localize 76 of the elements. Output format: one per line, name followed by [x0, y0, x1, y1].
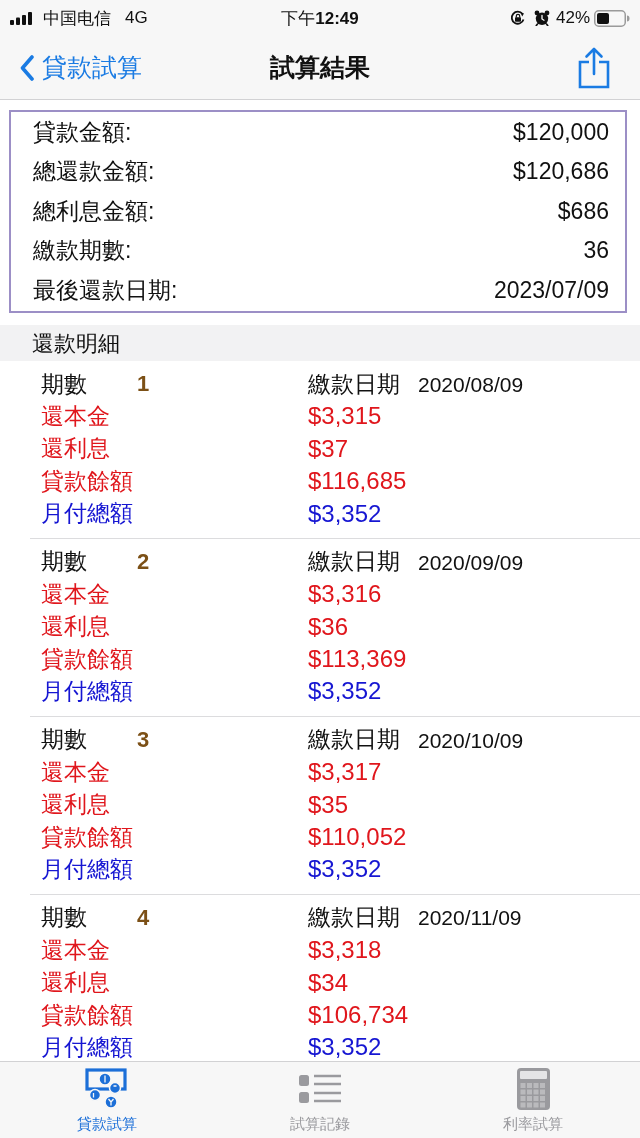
date-label: 繳款日期: [308, 905, 400, 931]
line-value: $3,317: [308, 759, 382, 786]
line-label: 貸款餘額: [41, 468, 133, 494]
line-label: 還本金: [41, 403, 110, 430]
network-type: 4G: [125, 8, 148, 28]
line-value: $110,052: [308, 824, 407, 851]
signal-icon: [10, 11, 33, 25]
line-value: $3,352: [308, 856, 382, 883]
line-value: $3,352: [308, 1034, 382, 1061]
summary-value: $120,000: [513, 118, 609, 145]
line-label: 還利息: [41, 970, 110, 996]
date-label: 繳款日期: [308, 549, 400, 575]
line-label: 月付總額: [41, 679, 133, 705]
period-number: 3: [137, 727, 150, 753]
summary-label: 最後還款日期:: [33, 276, 178, 304]
status-time: 下午12:49: [281, 7, 359, 30]
date-label: 繳款日期: [308, 371, 400, 397]
line-label: 貸款餘額: [41, 824, 133, 850]
line-label: 還利息: [41, 614, 110, 640]
share-button[interactable]: [578, 46, 610, 89]
line-value: $3,352: [308, 500, 382, 527]
period-number: 2: [137, 550, 150, 575]
line-label: 月付總額: [41, 857, 133, 883]
line-value: $37: [308, 435, 349, 463]
chevron-left-icon: [20, 54, 34, 81]
battery-icon: [594, 9, 630, 27]
period-number: 1: [137, 372, 150, 397]
share-icon: [578, 46, 610, 89]
summary-label: 貸款金額:: [33, 118, 132, 145]
summary-label: 總還款金額:: [33, 158, 155, 185]
tab[interactable]: 貸款試算: [0, 1062, 214, 1138]
line-value: $113,369: [308, 646, 407, 673]
battery-percent: 42%: [555, 8, 590, 28]
line-label: 還本金: [41, 759, 110, 786]
summary-value: $120,686: [513, 158, 609, 185]
line-label: 還本金: [41, 937, 110, 964]
alarm-clock-icon: [533, 10, 550, 26]
period-label: 期數: [41, 727, 87, 753]
line-value: $3,318: [308, 937, 382, 964]
payment-date: 2020/11/09: [418, 906, 522, 930]
tab[interactable]: 利率試算: [426, 1062, 640, 1138]
line-value: $3,315: [308, 403, 382, 430]
carrier-name: 中国电信: [43, 7, 111, 30]
payment-date: 2020/08/09: [418, 372, 524, 396]
period-label: 期數: [41, 549, 87, 575]
line-label: 月付總額: [41, 501, 133, 527]
banknote-coins-icon: [84, 1068, 129, 1110]
line-label: 還利息: [41, 436, 110, 462]
line-label: 貸款餘額: [41, 646, 133, 672]
line-label: 貸款餘額: [41, 1002, 133, 1028]
section-header: 還款明細: [0, 324, 640, 361]
line-value: $116,685: [308, 468, 407, 495]
payment-date: 2020/10/09: [418, 728, 524, 752]
summary-label: 繳款期數:: [33, 237, 132, 264]
line-label: 月付總額: [41, 1034, 133, 1061]
line-value: $34: [308, 969, 349, 996]
back-button[interactable]: 貸款試算: [0, 47, 146, 88]
period-number: 4: [137, 905, 150, 931]
tab[interactable]: 試算記錄: [213, 1062, 427, 1138]
summary-value: 2023/07/09: [493, 276, 609, 304]
period-label: 期數: [41, 371, 87, 397]
line-value: $35: [308, 791, 349, 819]
screen-title: 試算結果: [270, 52, 370, 83]
line-value: $106,734: [308, 1002, 409, 1029]
line-label: 還利息: [41, 792, 110, 818]
line-value: $3,316: [308, 581, 382, 608]
line-label: 還本金: [41, 581, 110, 608]
line-value: $36: [308, 613, 349, 641]
line-value: $3,352: [308, 678, 382, 705]
payment-date: 2020/09/09: [418, 550, 524, 574]
period-label: 期數: [41, 905, 87, 931]
summary-label: 總利息金額:: [33, 197, 155, 225]
summary-value: 36: [583, 237, 609, 264]
summary-value: $686: [557, 197, 609, 225]
date-label: 繳款日期: [308, 727, 400, 753]
rotation-lock-icon: [509, 10, 526, 26]
